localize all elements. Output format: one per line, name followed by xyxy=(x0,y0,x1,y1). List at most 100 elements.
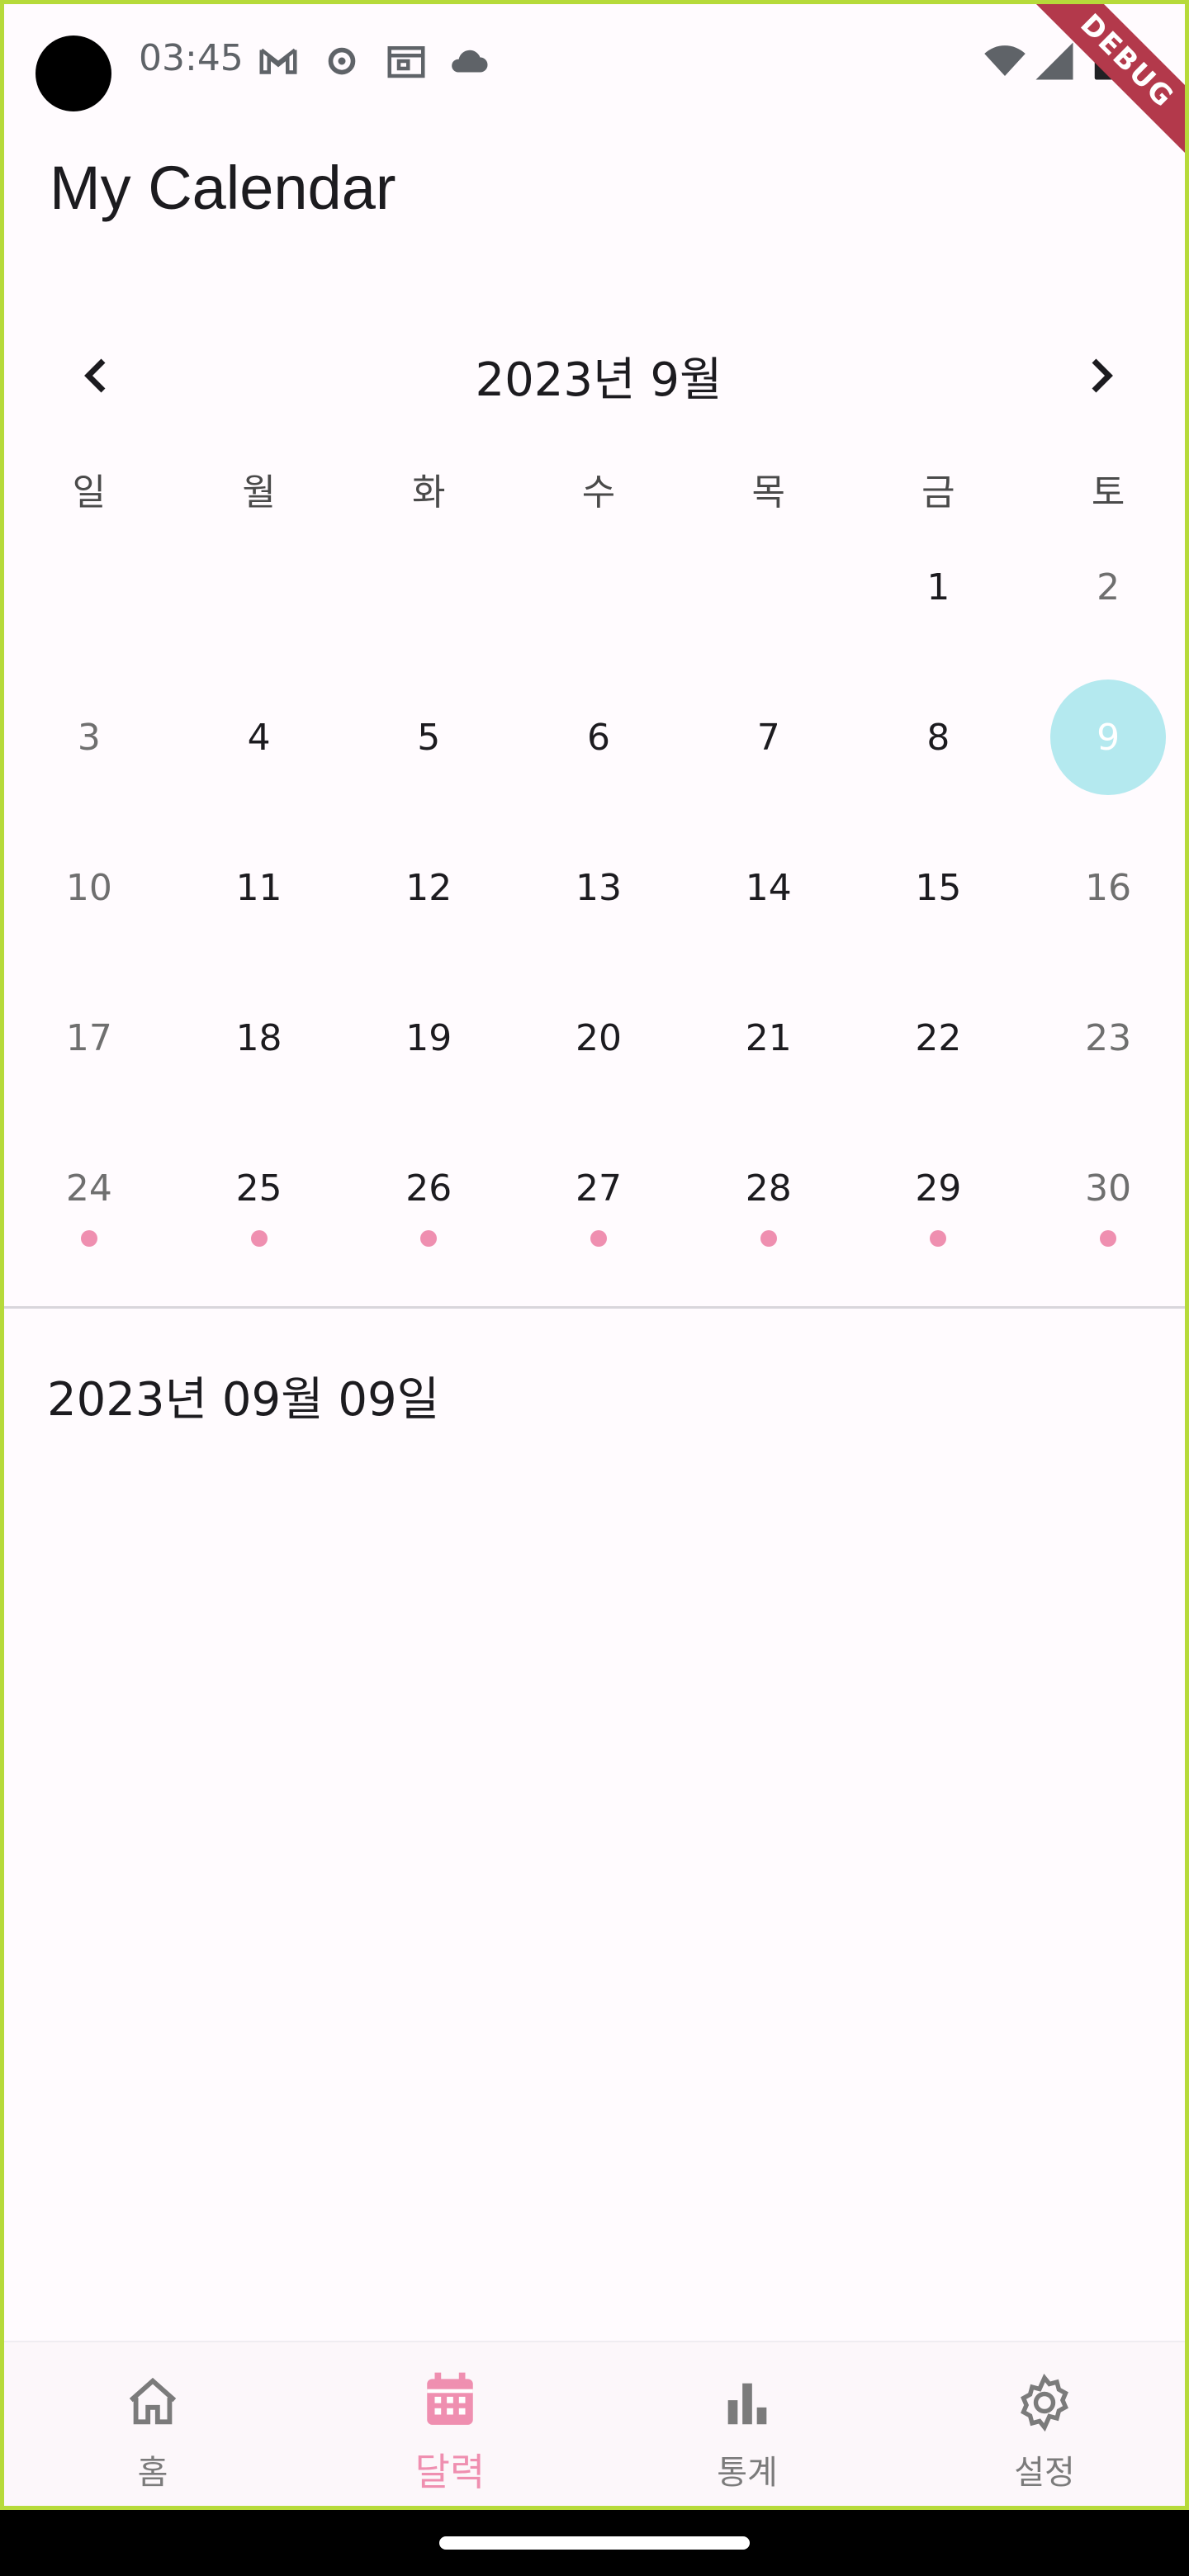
nav-label: 홈 xyxy=(137,2454,168,2492)
day-cell[interactable]: 25 xyxy=(174,1113,344,1263)
selected-date-label: 2023년 09월 09일 xyxy=(47,1373,440,1427)
day-cell[interactable]: 9 xyxy=(1023,662,1185,812)
day-cell[interactable]: 28 xyxy=(684,1113,854,1263)
day-number: 5 xyxy=(417,716,441,759)
day-cell[interactable]: 26 xyxy=(343,1113,514,1263)
day-number: 22 xyxy=(915,1016,962,1059)
day-cell[interactable]: 6 xyxy=(514,662,684,812)
app-screen: 03:45 DEBUG My Calendar 2023년 9월 일 월 화 수… xyxy=(0,0,1189,2510)
day-cell[interactable]: 1 xyxy=(854,512,1024,662)
day-cell[interactable]: 18 xyxy=(174,963,344,1113)
day-cell[interactable]: 22 xyxy=(854,963,1024,1113)
month-title: 2023년 9월 xyxy=(475,353,722,407)
calendar-icon xyxy=(427,2372,473,2425)
day-cell[interactable]: 20 xyxy=(514,963,684,1113)
wifi-icon xyxy=(984,45,1026,76)
day-number: 15 xyxy=(915,866,962,909)
day-number: 18 xyxy=(235,1016,282,1059)
day-cell[interactable]: 5 xyxy=(343,662,514,812)
day-cell[interactable]: 27 xyxy=(514,1113,684,1263)
nav-label: 통계 xyxy=(717,2454,778,2492)
day-cell[interactable]: 16 xyxy=(1023,812,1185,963)
day-number: 24 xyxy=(65,1167,112,1210)
empty-cell xyxy=(514,512,684,662)
day-number: 25 xyxy=(235,1167,282,1210)
day-cell[interactable]: 13 xyxy=(514,812,684,963)
page-title: My Calendar xyxy=(50,154,396,222)
day-cell[interactable]: 10 xyxy=(4,812,174,963)
day-number: 14 xyxy=(745,866,792,909)
day-number: 21 xyxy=(745,1016,792,1059)
empty-cell xyxy=(174,512,344,662)
day-number: 8 xyxy=(926,716,950,759)
day-number: 17 xyxy=(65,1016,112,1059)
day-number: 26 xyxy=(405,1167,452,1210)
nav-item-settings[interactable]: 설정 xyxy=(896,2342,1185,2506)
debug-banner: DEBUG xyxy=(1011,4,1185,178)
day-cell[interactable]: 29 xyxy=(854,1113,1024,1263)
day-number: 1 xyxy=(926,566,950,608)
day-number: 23 xyxy=(1085,1016,1132,1059)
event-dot xyxy=(760,1230,777,1247)
gear-icon xyxy=(1021,2373,1068,2432)
nav-item-stats[interactable]: 통계 xyxy=(599,2342,896,2506)
day-cell[interactable]: 4 xyxy=(174,662,344,812)
event-dot xyxy=(590,1230,607,1247)
day-number: 27 xyxy=(575,1167,622,1210)
day-cell[interactable]: 14 xyxy=(684,812,854,963)
gmail-icon xyxy=(259,48,297,74)
day-cell[interactable]: 23 xyxy=(1023,963,1185,1113)
day-cell[interactable]: 8 xyxy=(854,662,1024,812)
day-cell[interactable]: 12 xyxy=(343,812,514,963)
bottom-navigation: 홈 달력 통계 설정 xyxy=(4,2341,1185,2506)
day-cell[interactable]: 15 xyxy=(854,812,1024,963)
day-cell[interactable]: 2 xyxy=(1023,512,1185,662)
settings-icon xyxy=(328,47,356,75)
day-cell[interactable]: 19 xyxy=(343,963,514,1113)
day-number: 28 xyxy=(745,1167,792,1210)
day-cell[interactable]: 30 xyxy=(1023,1113,1185,1263)
calendar-grid: 1 2 3 4 5 6 7 8 9 10 11 12 13 14 15 16 17 18 19 20 21 22 23 24 2… xyxy=(4,512,1185,1263)
cloud-icon xyxy=(452,50,488,73)
day-number: 12 xyxy=(405,866,452,909)
camera-cutout xyxy=(36,36,111,111)
empty-cell xyxy=(343,512,514,662)
event-dot xyxy=(930,1230,947,1247)
day-number: 7 xyxy=(756,716,780,759)
day-cell[interactable]: 3 xyxy=(4,662,174,812)
day-number: 3 xyxy=(77,716,101,759)
next-month-button[interactable] xyxy=(1068,343,1134,409)
nav-label: 달력 xyxy=(414,2450,486,2494)
day-number: 6 xyxy=(586,716,610,759)
day-number: 11 xyxy=(235,866,282,909)
day-number: 29 xyxy=(915,1167,962,1210)
empty-cell xyxy=(684,512,854,662)
status-bar: 03:45 DEBUG xyxy=(4,4,1185,178)
day-cell[interactable]: 11 xyxy=(174,812,344,963)
day-cell[interactable]: 17 xyxy=(4,963,174,1113)
day-cell[interactable]: 21 xyxy=(684,963,854,1113)
day-number: 19 xyxy=(405,1016,452,1059)
home-icon xyxy=(129,2377,177,2425)
day-number: 4 xyxy=(247,716,271,759)
day-number: 10 xyxy=(65,866,112,909)
day-number: 2 xyxy=(1097,566,1120,608)
event-dot xyxy=(80,1230,97,1247)
chevron-right-icon xyxy=(1092,358,1113,393)
day-number: 13 xyxy=(575,866,622,909)
day-number: 16 xyxy=(1085,866,1132,909)
empty-cell xyxy=(4,512,174,662)
event-dot xyxy=(420,1230,438,1247)
day-number: 30 xyxy=(1085,1167,1132,1210)
day-cell[interactable]: 24 xyxy=(4,1113,174,1263)
gesture-bar[interactable] xyxy=(439,2536,750,2550)
nav-item-calendar[interactable]: 달력 xyxy=(301,2342,599,2506)
event-dot xyxy=(1100,1230,1117,1247)
event-dot xyxy=(250,1230,268,1247)
calendar-widget-icon xyxy=(387,46,425,78)
day-cell[interactable]: 7 xyxy=(684,662,854,812)
nav-label: 설정 xyxy=(1014,2454,1075,2492)
calendar-header: 2023년 9월 xyxy=(4,326,1185,417)
nav-item-home[interactable]: 홈 xyxy=(4,2342,301,2506)
signal-icon xyxy=(1035,42,1073,80)
